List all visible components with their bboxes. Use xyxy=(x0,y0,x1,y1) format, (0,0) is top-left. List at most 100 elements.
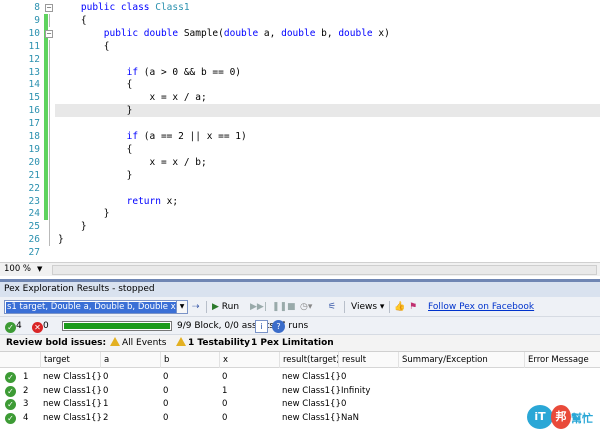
skip-icon[interactable]: ▶▶| xyxy=(250,300,267,314)
column-header-result-target-[interactable]: result(target) xyxy=(279,352,340,368)
follow-facebook-link[interactable]: Follow Pex on Facebook xyxy=(428,300,534,314)
code-token: a, xyxy=(263,27,282,39)
run-button[interactable]: ▶ Run xyxy=(212,300,239,314)
code-text: } xyxy=(58,233,64,246)
code-line[interactable]: 10− public double Sample(double a, double… xyxy=(0,26,600,40)
code-text: public double Sample(double a, double b,… xyxy=(104,27,390,40)
all-events-button[interactable]: All Events xyxy=(110,337,167,350)
passed-icon: ✓ xyxy=(5,372,16,383)
keyword-token: public class xyxy=(80,2,156,13)
code-line[interactable]: 21} xyxy=(0,168,600,182)
column-header-x[interactable]: x xyxy=(219,352,279,368)
zoom-dropdown-icon[interactable]: ▼ xyxy=(37,263,42,276)
collapse-icon[interactable]: − xyxy=(45,4,53,12)
horizontal-scrollbar[interactable] xyxy=(52,265,597,275)
cell-b: 0 xyxy=(163,372,169,382)
outline-line xyxy=(49,207,50,221)
code-token: Sample( xyxy=(183,27,224,39)
column-header-b[interactable]: b xyxy=(160,352,219,368)
code-line[interactable]: 26} xyxy=(0,233,600,247)
line-number: 10 xyxy=(28,27,40,39)
views-button[interactable]: Views ▾ xyxy=(351,300,384,314)
code-line[interactable]: 8− public class Class1 xyxy=(0,1,600,14)
clock-icon[interactable]: ◷▾ xyxy=(300,300,312,314)
outline-line xyxy=(49,39,50,53)
code-text: { xyxy=(127,78,133,91)
column-header-target[interactable]: target xyxy=(40,352,100,368)
code-line[interactable]: 20 x = x / b; xyxy=(0,155,600,169)
target-select[interactable]: s1 target, Double a, Double b, Double x) xyxy=(4,300,177,314)
keyword-token: if xyxy=(126,131,144,142)
passed-count-value: 4 xyxy=(16,321,22,331)
code-line[interactable]: 9{ xyxy=(0,13,600,27)
filter-icon[interactable]: ⚟ xyxy=(328,300,336,314)
change-marker xyxy=(44,207,48,221)
code-token: { xyxy=(80,14,87,26)
results-table: target a b x result(target) result Summary/Exc… xyxy=(0,352,600,435)
collapse-icon[interactable]: − xyxy=(45,29,53,38)
code-editor[interactable]: 8− public class Class1 9{10− public double … xyxy=(0,0,600,262)
code-line[interactable]: 17 xyxy=(0,117,600,131)
code-line[interactable]: 12 xyxy=(0,52,600,66)
cell-result-target: new Class1{} xyxy=(282,399,341,409)
pex-limitation-label: 1 Pex Limitation xyxy=(251,338,334,348)
info-icon[interactable]: i xyxy=(255,320,268,333)
keyword-token: double xyxy=(223,27,264,39)
column-header-error-message[interactable]: Error Message xyxy=(524,352,600,368)
target-select-value: s1 target, Double a, Double b, Double x) xyxy=(6,302,176,313)
code-line[interactable]: 14 { xyxy=(0,78,600,92)
pause-icon[interactable]: ❚❚ xyxy=(272,300,287,314)
code-text: if (a > 0 && b == 0) xyxy=(127,66,241,79)
warning-icon xyxy=(110,337,120,346)
table-row[interactable]: ✓ 3 new Class1{} 1 0 0 new Class1{} 0 xyxy=(0,398,600,411)
panel-title: Pex Exploration Results - stopped xyxy=(0,282,600,297)
cell-b: 0 xyxy=(163,412,169,423)
outline-line xyxy=(49,13,50,27)
code-line[interactable]: 25} xyxy=(0,220,600,234)
change-marker xyxy=(44,78,48,92)
code-line[interactable]: 19 { xyxy=(0,142,600,156)
code-token: x = x / a; xyxy=(149,92,207,104)
zoom-level[interactable]: 100 % xyxy=(4,263,31,276)
outline-line xyxy=(49,65,50,79)
help-icon[interactable]: ? xyxy=(272,320,285,333)
column-header-summary-exception[interactable]: Summary/Exception xyxy=(398,352,524,368)
chevron-down-icon[interactable]: ▼ xyxy=(177,300,188,314)
table-row[interactable]: ✓ 4 new Class1{} 2 0 0 new Class1{} NaN xyxy=(0,412,600,425)
code-line[interactable]: 23 return x; xyxy=(0,194,600,208)
code-token: x) xyxy=(378,27,390,39)
testability-button[interactable]: 1 Testability xyxy=(176,337,250,350)
flag-icon[interactable]: ⚑ xyxy=(409,300,417,314)
code-line[interactable]: 15 x = x / a; xyxy=(0,91,600,105)
pex-limitation-button[interactable]: 1 Pex Limitation xyxy=(251,337,334,350)
table-row[interactable]: ✓ 2 new Class1{} 0 0 1 new Class1{} Infinity xyxy=(0,385,600,398)
table-row[interactable]: ✓ 1 new Class1{} 0 0 0 new Class1{} 0 xyxy=(0,371,600,384)
line-number: 12 xyxy=(28,53,40,65)
code-line[interactable]: 16} xyxy=(0,104,600,118)
column-header-status[interactable] xyxy=(0,352,40,368)
cell-x: 1 xyxy=(222,385,228,396)
code-line[interactable]: 11 { xyxy=(0,39,600,53)
code-line[interactable]: 18 if (a == 2 || x == 1) xyxy=(0,130,600,143)
column-header-a[interactable]: a xyxy=(100,352,160,368)
failed-count[interactable]: ✕ 0 xyxy=(32,319,49,333)
line-number: 20 xyxy=(28,156,40,168)
code-text: { xyxy=(104,40,110,53)
cell-result-target: new Class1{} xyxy=(282,372,341,382)
code-line[interactable]: 13 if (a > 0 && b == 0) xyxy=(0,65,600,79)
passed-count[interactable]: ✓ 4 xyxy=(5,319,22,333)
code-line[interactable]: 22 xyxy=(0,181,600,195)
cell-x: 0 xyxy=(222,372,228,382)
thumbs-up-icon[interactable]: 👍 xyxy=(394,300,405,314)
warning-icon xyxy=(176,337,186,346)
code-token: } xyxy=(126,169,133,181)
row-number: 2 xyxy=(23,385,29,396)
code-text: return x; xyxy=(127,195,179,208)
exploration-status: ✓ 4 ✕ 0 9/9 Block, 0/0 asserts, 7 runs i ? xyxy=(0,317,600,335)
column-header-result[interactable]: result xyxy=(338,352,398,368)
stop-icon[interactable]: ■ xyxy=(287,300,296,314)
code-line[interactable]: 24} xyxy=(0,207,600,221)
code-line[interactable]: 27 xyxy=(0,246,600,259)
line-number: 27 xyxy=(28,247,40,259)
go-to-target-icon[interactable]: ⇢ xyxy=(192,300,200,314)
